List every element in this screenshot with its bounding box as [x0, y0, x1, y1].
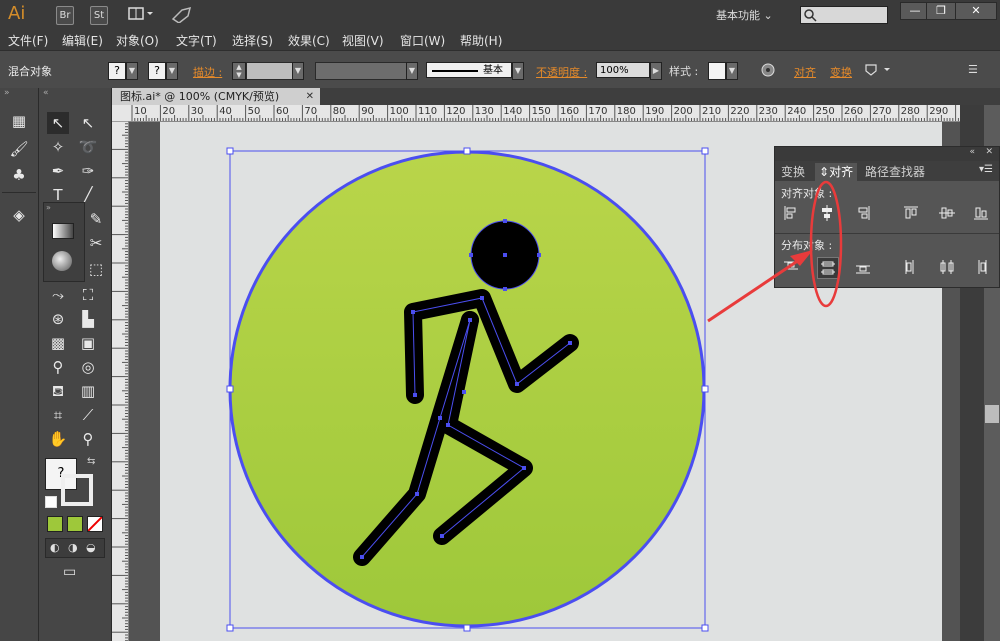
red-highlight-ellipse: [809, 180, 843, 308]
annotation-layer: [707, 180, 843, 323]
red-arrow-line: [707, 256, 803, 323]
